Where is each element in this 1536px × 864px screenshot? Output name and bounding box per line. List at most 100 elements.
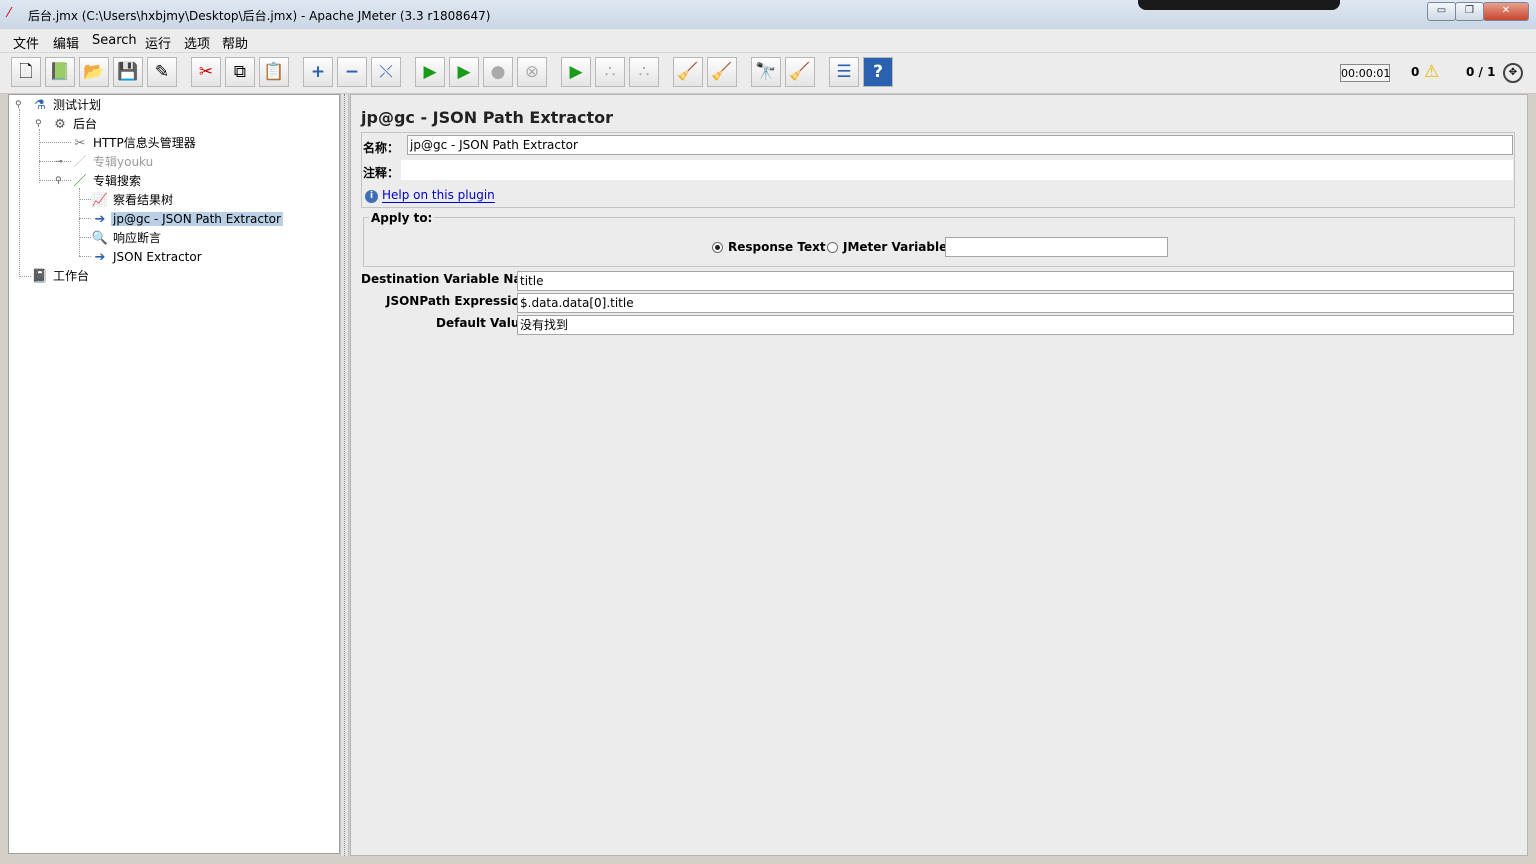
tree-node-album-search-sampler[interactable]: ／ 专辑搜索 (71, 172, 143, 190)
restore-icon: ❐ (1465, 5, 1474, 16)
binoculars-icon: 🔭 (755, 62, 777, 82)
title-decoration (1138, 0, 1340, 10)
response-text-label[interactable]: Response Text (728, 240, 826, 254)
config-tools-icon: ✂ (74, 136, 86, 151)
start-no-pauses-button[interactable]: ▶ (449, 57, 479, 87)
expand-all-button[interactable]: + (303, 57, 333, 87)
remote-globe-icon: ✥ (1503, 63, 1523, 83)
minus-icon: − (344, 62, 360, 82)
tree-node-view-results-tree[interactable]: 📈 察看结果树 (91, 191, 175, 209)
menu-run[interactable]: 运行 (145, 33, 171, 52)
name-label: 名称： (363, 141, 400, 155)
tree-node-label: 后台 (73, 117, 98, 131)
tree-node-label: JSON Extractor (113, 250, 202, 264)
collapse-all-button[interactable]: − (337, 57, 367, 87)
remote-shutdown-icon: ∴ (638, 62, 650, 82)
paste-button[interactable]: 📋 (259, 57, 289, 87)
post-processor-arrow-icon: ➔ (94, 250, 106, 265)
expand-handle-youku[interactable]: ⊸ (55, 157, 63, 167)
tree-node-label: 察看结果树 (113, 193, 174, 207)
copy-button[interactable]: ⧉ (225, 57, 255, 87)
remote-stop-icon: ∴ (604, 62, 616, 82)
tree-node-label: 工作台 (53, 269, 90, 283)
tree-node-test-plan[interactable]: ⚗ 测试计划 (31, 96, 103, 114)
panel-title: jp@gc - JSON Path Extractor (361, 108, 613, 127)
toggle-icon: ⤬ (379, 62, 393, 82)
destination-variable-input[interactable]: title (517, 271, 1514, 291)
paste-icon: 📋 (263, 62, 285, 82)
templates-icon: 📗 (49, 62, 71, 82)
restore-button[interactable]: ❐ (1455, 2, 1484, 21)
shutdown-icon: ⊗ (524, 62, 540, 82)
close-icon: ✕ (1501, 5, 1511, 16)
response-text-radio[interactable] (712, 242, 723, 253)
tree-node-response-assertion[interactable]: 🔍 响应断言 (91, 229, 163, 247)
default-value-input[interactable]: 没有找到 (517, 315, 1514, 335)
jmeter-variable-radio[interactable] (827, 242, 838, 253)
warning-icon[interactable]: ⚠ (1424, 62, 1439, 82)
save-button[interactable]: 💾 (113, 57, 143, 87)
clear-all-button[interactable]: 🧹 (707, 57, 737, 87)
tree-node-http-header-manager[interactable]: ✂ HTTP信息头管理器 (71, 134, 198, 152)
clear-button[interactable]: 🧹 (673, 57, 703, 87)
sampler-pipette-icon: ／ (73, 174, 87, 189)
close-button[interactable]: ✕ (1483, 2, 1529, 21)
help-on-plugin-link[interactable]: Help on this plugin (382, 188, 495, 203)
stop-icon: ● (490, 62, 506, 82)
name-field[interactable]: jp@gc - JSON Path Extractor (407, 135, 1513, 155)
assertion-magnifier-icon: 🔍 (91, 231, 109, 246)
comment-label: 注释： (363, 166, 400, 180)
jmeter-variable-label[interactable]: JMeter Variable: (843, 240, 952, 254)
stop-button[interactable]: ● (483, 57, 513, 87)
menu-bar: 文件 编辑 Search 运行 选项 帮助 (0, 29, 1536, 53)
tree-node-json-extractor[interactable]: ➔ JSON Extractor (91, 248, 204, 266)
open-button[interactable]: 📂 (79, 57, 109, 87)
save-as-button[interactable]: ✎ (147, 57, 177, 87)
elapsed-timer: 00:00:01 (1340, 64, 1390, 82)
menu-search[interactable]: Search (92, 33, 137, 48)
function-helper-button[interactable]: ☰ (829, 57, 859, 87)
tree-node-workbench[interactable]: 📓 工作台 (31, 267, 91, 285)
jmeter-variable-input[interactable] (945, 237, 1168, 257)
comment-field[interactable] (401, 160, 1513, 180)
save-icon: 💾 (117, 62, 139, 82)
shutdown-button[interactable]: ⊗ (517, 57, 547, 87)
reset-search-button[interactable]: 🧹 (785, 57, 815, 87)
tree-node-thread-group[interactable]: ⚙ 后台 (51, 115, 99, 133)
collapse-handle-test-plan[interactable]: ⚲ (15, 100, 22, 110)
menu-file[interactable]: 文件 (13, 33, 39, 52)
save-as-icon: ✎ (154, 62, 170, 82)
tree-node-label: 专辑youku (93, 155, 154, 169)
collapse-handle-album-search[interactable]: ⚲ (55, 176, 62, 186)
thread-count: 0 / 1 (1466, 65, 1496, 79)
tree-node-youku-sampler[interactable]: ／ 专辑youku (71, 153, 155, 171)
help-icon: ? (873, 62, 883, 82)
toggle-button[interactable]: ⤬ (371, 57, 401, 87)
jsonpath-expression-input[interactable]: $.data.data[0].title (517, 293, 1514, 313)
start-button[interactable]: ▶ (415, 57, 445, 87)
new-button[interactable]: 🗋 (11, 57, 41, 87)
minimize-button[interactable]: ▭ (1427, 2, 1456, 21)
element-config-panel: jp@gc - JSON Path Extractor 名称： jp@gc - … (350, 94, 1528, 856)
tree-node-label: 测试计划 (53, 98, 102, 112)
play-no-pause-icon: ▶ (457, 62, 471, 82)
menu-edit[interactable]: 编辑 (53, 33, 79, 52)
templates-button[interactable]: 📗 (45, 57, 75, 87)
tree-node-json-path-extractor[interactable]: ➔ jp@gc - JSON Path Extractor (91, 210, 283, 228)
help-button[interactable]: ? (863, 57, 893, 87)
split-pane-divider[interactable] (340, 94, 349, 856)
test-plan-tree[interactable]: ⚲ ⚲ ⊸ ⚲ ⚗ 测试计划 ⚙ 后台 ✂ HTTP信息头管理器 ／ 专辑youku ／… (8, 94, 340, 854)
remote-start-icon: ▶ (569, 62, 583, 82)
remote-shutdown-button[interactable]: ∴ (629, 57, 659, 87)
search-button[interactable]: 🔭 (751, 57, 781, 87)
remote-start-button[interactable]: ▶ (561, 57, 591, 87)
remote-stop-button[interactable]: ∴ (595, 57, 625, 87)
jsonpath-expression-label: JSONPath Expression: (386, 294, 533, 308)
cut-button[interactable]: ✂ (191, 57, 221, 87)
collapse-handle-backend[interactable]: ⚲ (35, 119, 42, 129)
workbench-notebook-icon: 📓 (31, 269, 49, 284)
menu-options[interactable]: 选项 (184, 33, 210, 52)
reset-search-icon: 🧹 (789, 62, 811, 82)
test-plan-icon: ⚗ (34, 98, 46, 113)
menu-help[interactable]: 帮助 (222, 33, 248, 52)
